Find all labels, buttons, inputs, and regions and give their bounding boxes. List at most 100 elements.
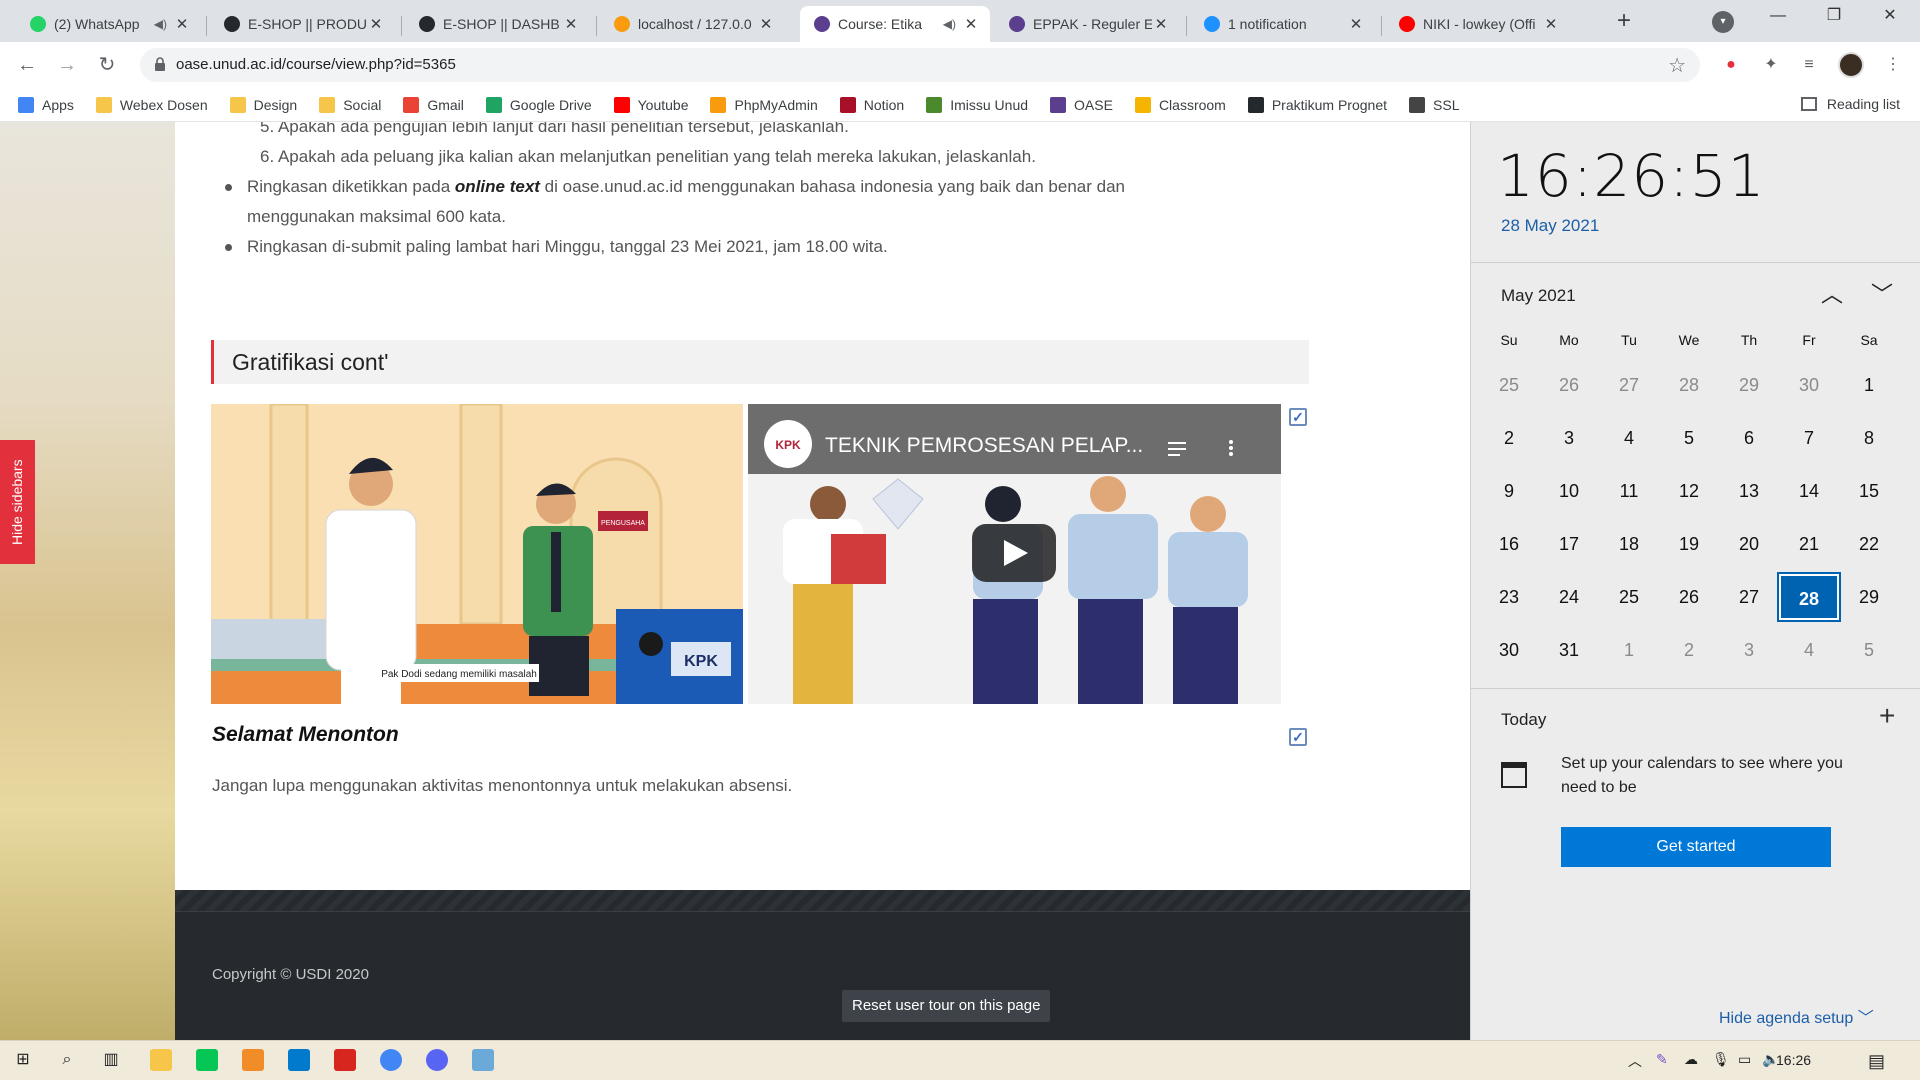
extension-badge-icon[interactable]: ● <box>1720 54 1742 76</box>
lock-icon[interactable] <box>154 57 166 71</box>
address-bar[interactable]: oase.unud.ac.id/course/view.php?id=5365 … <box>140 48 1700 82</box>
bookmark-item[interactable]: Gmail <box>403 96 464 113</box>
calendar-day[interactable]: 2 <box>1659 627 1719 673</box>
file-explorer-icon[interactable] <box>150 1049 172 1071</box>
tab-search-icon[interactable]: ▾ <box>1712 11 1734 33</box>
gratifikasi-illustration[interactable]: PENGUSAHA Pak Dodi sedang memiliki masal… <box>211 404 743 704</box>
menu-kebab-icon[interactable]: ⋮ <box>1882 54 1904 76</box>
clock-date[interactable]: 28 May 2021 <box>1501 216 1599 236</box>
calendar-day[interactable]: 6 <box>1719 415 1779 461</box>
calendar-day[interactable]: 13 <box>1719 468 1779 514</box>
calendar-day[interactable]: 10 <box>1539 468 1599 514</box>
forward-icon[interactable]: → <box>52 50 82 80</box>
calendar-day[interactable]: 21 <box>1779 521 1839 567</box>
browser-tab[interactable]: Course: Etika ◀) ✕ <box>800 6 990 42</box>
restore-button[interactable]: ❐ <box>1806 0 1862 34</box>
calendar-day[interactable]: 25 <box>1479 362 1539 408</box>
calendar-day[interactable]: 17 <box>1539 521 1599 567</box>
calendar-day[interactable]: 19 <box>1659 521 1719 567</box>
extensions-puzzle-icon[interactable]: ✦ <box>1760 54 1782 76</box>
calendar-day[interactable]: 9 <box>1479 468 1539 514</box>
battery-icon[interactable]: ▭ <box>1738 1051 1751 1068</box>
bookmark-item[interactable]: Webex Dosen <box>95 96 208 113</box>
calendar-day[interactable]: 11 <box>1599 468 1659 514</box>
calendar-day[interactable]: 22 <box>1839 521 1899 567</box>
profile-avatar[interactable] <box>1838 52 1864 78</box>
calendar-day[interactable]: 14 <box>1779 468 1839 514</box>
task-view-icon[interactable]: ▥ <box>100 1049 122 1071</box>
bookmark-item[interactable]: PhpMyAdmin <box>710 96 818 113</box>
minimize-button[interactable]: — <box>1750 0 1806 34</box>
hide-agenda-link[interactable]: Hide agenda setup ﹀ <box>1719 1004 1874 1028</box>
acrobat-icon[interactable] <box>334 1049 356 1071</box>
back-icon[interactable]: ← <box>12 50 42 80</box>
speaker-icon[interactable]: ◀) <box>943 17 956 31</box>
calendar-day[interactable]: 25 <box>1599 574 1659 620</box>
bookmark-item[interactable]: Notion <box>839 96 904 113</box>
calendar-day[interactable]: 16 <box>1479 521 1539 567</box>
close-tab-icon[interactable]: ✕ <box>367 15 385 33</box>
calendar-day[interactable]: 3 <box>1539 415 1599 461</box>
calendar-day[interactable]: 31 <box>1539 627 1599 673</box>
calendar-day[interactable]: 15 <box>1839 468 1899 514</box>
app-icon[interactable] <box>472 1049 494 1071</box>
calendar-day[interactable]: 12 <box>1659 468 1719 514</box>
calendar-day[interactable]: 24 <box>1539 574 1599 620</box>
discord-icon[interactable] <box>426 1049 448 1071</box>
close-tab-icon[interactable]: ✕ <box>562 15 580 33</box>
browser-tab[interactable]: E-SHOP || PRODU ✕ <box>210 6 395 42</box>
more-options-icon[interactable] <box>1229 440 1233 456</box>
calendar-day[interactable]: 27 <box>1599 362 1659 408</box>
reset-tour-button[interactable]: Reset user tour on this page <box>842 990 1051 1022</box>
show-hidden-icons-icon[interactable]: ︿ <box>1628 1051 1642 1071</box>
calendar-day[interactable]: 29 <box>1719 362 1779 408</box>
add-event-icon[interactable]: + <box>1879 700 1895 732</box>
close-tab-icon[interactable]: ✕ <box>1152 15 1170 33</box>
bookmark-star-icon[interactable]: ☆ <box>1668 53 1686 78</box>
close-tab-icon[interactable]: ✕ <box>1542 15 1560 33</box>
calendar-day[interactable]: 2 <box>1479 415 1539 461</box>
bookmark-item[interactable]: Praktikum Prognet <box>1247 96 1387 113</box>
speaker-icon[interactable]: ◀) <box>154 17 167 31</box>
calendar-day[interactable]: 20 <box>1719 521 1779 567</box>
close-window-button[interactable]: ✕ <box>1862 0 1918 34</box>
calendar-day[interactable]: 3 <box>1719 627 1779 673</box>
search-icon[interactable]: ⌕ <box>56 1049 78 1071</box>
browser-tab[interactable]: E-SHOP || DASHB ✕ <box>405 6 590 42</box>
pen-icon[interactable]: ✎ <box>1656 1051 1668 1068</box>
bookmark-item[interactable]: Social <box>319 96 381 113</box>
calendar-day[interactable]: 28 <box>1777 571 1841 622</box>
reading-list-button[interactable]: Reading list <box>1800 96 1900 112</box>
sublime-icon[interactable] <box>242 1049 264 1071</box>
browser-tab[interactable]: (2) WhatsApp ◀) ✕ <box>16 6 201 42</box>
bookmark-item[interactable]: Imissu Unud <box>926 96 1028 113</box>
calendar-day[interactable]: 30 <box>1779 362 1839 408</box>
calendar-day[interactable]: 27 <box>1719 574 1779 620</box>
calendar-day[interactable]: 18 <box>1599 521 1659 567</box>
calendar-day[interactable]: 4 <box>1779 627 1839 673</box>
get-started-button[interactable]: Get started <box>1561 827 1831 867</box>
bookmark-item[interactable]: Youtube <box>613 96 688 113</box>
browser-tab[interactable]: NIKI - lowkey (Offi ✕ <box>1385 6 1570 42</box>
month-label[interactable]: May 2021 <box>1501 286 1576 306</box>
browser-tab[interactable]: 1 notification ✕ <box>1190 6 1375 42</box>
calendar-day[interactable]: 1 <box>1599 627 1659 673</box>
activity-title[interactable]: Selamat Menonton <box>212 723 399 747</box>
browser-tab[interactable]: EPPAK - Reguler E ✕ <box>995 6 1180 42</box>
close-tab-icon[interactable]: ✕ <box>173 15 191 33</box>
calendar-day[interactable]: 26 <box>1539 362 1599 408</box>
taskbar-clock[interactable]: 16:26 <box>1776 1052 1811 1068</box>
youtube-video-player[interactable]: KPK TEKNIK PEMROSESAN PELAP... <box>748 404 1281 704</box>
calendar-day[interactable]: 29 <box>1839 574 1899 620</box>
close-tab-icon[interactable]: ✕ <box>1347 15 1365 33</box>
hide-sidebars-button[interactable]: Hide sidebars <box>0 440 35 564</box>
bookmark-item[interactable]: Apps <box>18 96 74 113</box>
previous-month-icon[interactable]: ︿ <box>1817 280 1847 310</box>
next-month-icon[interactable]: ﹀ <box>1867 280 1897 310</box>
bookmark-item[interactable]: Classroom <box>1134 96 1226 113</box>
chrome-icon[interactable] <box>380 1049 402 1071</box>
reload-icon[interactable]: ↻ <box>92 50 122 80</box>
bookmark-item[interactable]: Design <box>229 96 297 113</box>
completion-checkbox-activity[interactable]: ✓ <box>1289 728 1307 746</box>
browser-tab[interactable]: localhost / 127.0.0 ✕ <box>600 6 785 42</box>
